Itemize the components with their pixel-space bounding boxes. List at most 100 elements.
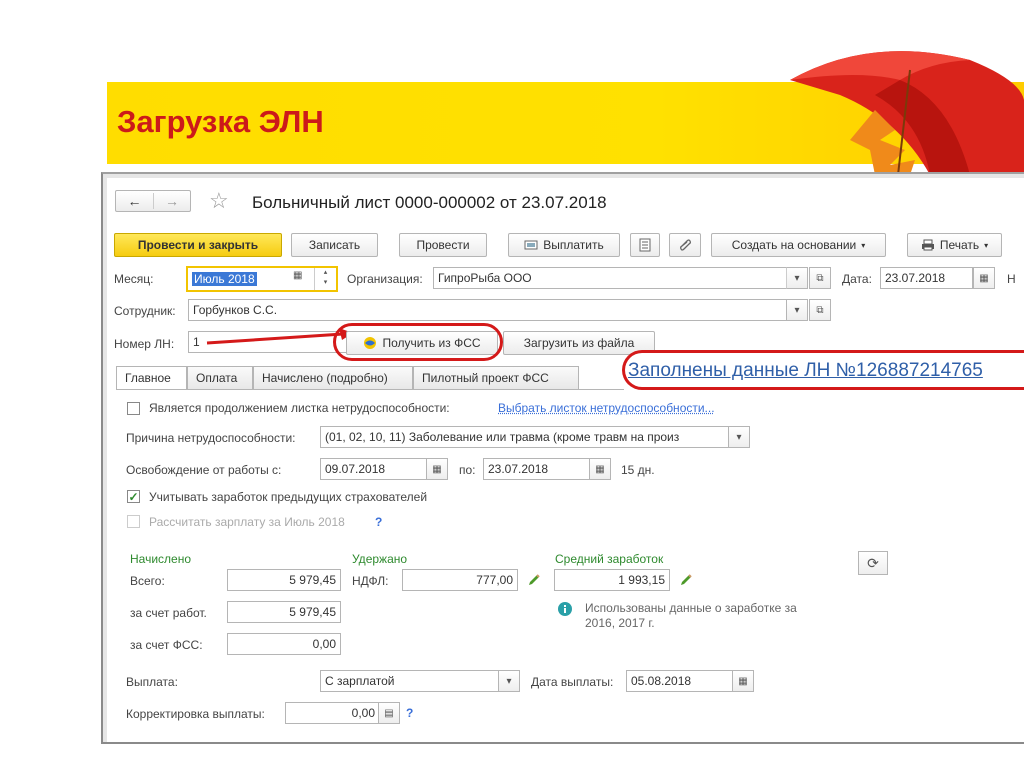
organization-field[interactable]: ГипроРыба ООО <box>433 267 806 289</box>
average-value: 1 993,15 <box>618 573 665 587</box>
print-label: Печать <box>940 238 979 252</box>
adjust-value: 0,00 <box>352 706 375 720</box>
favorite-star-icon[interactable]: ☆ <box>209 188 229 214</box>
organization-label: Организация: <box>347 272 423 286</box>
calendar-icon[interactable]: ▦ <box>589 458 611 480</box>
employee-open-icon[interactable]: ⧉ <box>809 299 831 321</box>
employer-value: 5 979,45 <box>289 605 336 619</box>
paperclip-icon <box>678 238 692 252</box>
pay-label: Выплатить <box>543 238 604 252</box>
umbrella-image <box>780 40 1024 175</box>
organization-dropdown-icon[interactable]: ▾ <box>786 267 808 289</box>
release-from-value: 09.07.2018 <box>325 462 385 476</box>
calculator-icon[interactable]: ▤ <box>378 702 400 724</box>
calendar-icon[interactable]: ▦ <box>973 267 995 289</box>
ndfl-label: НДФЛ: <box>352 574 388 588</box>
employee-field[interactable]: Горбунков С.С. <box>188 299 806 321</box>
slide-title: Загрузка ЭЛН <box>117 104 324 140</box>
average-info-text: Использованы данные о заработке за 2016,… <box>585 601 830 631</box>
month-stepper[interactable]: ▴ ▾ <box>314 268 336 290</box>
create-based-label: Создать на основании <box>732 238 857 252</box>
payment-date-value: 05.08.2018 <box>631 674 691 688</box>
tab-main[interactable]: Главное <box>116 366 187 390</box>
release-to-value: 23.07.2018 <box>488 462 548 476</box>
continuation-label: Является продолжением листка нетрудоспос… <box>149 401 450 415</box>
reason-dropdown-icon[interactable]: ▾ <box>728 426 750 448</box>
ndfl-value: 777,00 <box>476 573 513 587</box>
select-sick-leave-link[interactable]: Выбрать листок нетрудоспособности... <box>498 401 715 415</box>
calendar-icon[interactable]: ▦ <box>426 458 448 480</box>
payment-dropdown-icon[interactable]: ▾ <box>498 670 520 692</box>
calendar-icon[interactable]: ▦ <box>732 670 754 692</box>
adjust-help-icon[interactable]: ? <box>406 706 413 720</box>
calendar-icon[interactable]: ▦ <box>293 270 302 281</box>
list-icon-button[interactable] <box>630 233 660 257</box>
refresh-icon[interactable]: ⟳ <box>858 551 888 575</box>
reason-field[interactable]: (01, 02, 10, 11) Заболевание или травма … <box>320 426 750 448</box>
help-icon[interactable]: ? <box>375 515 382 529</box>
forward-arrow-icon[interactable]: → <box>154 193 190 209</box>
total-label: Всего: <box>130 574 165 588</box>
info-icon <box>557 601 573 617</box>
month-value: Июль 2018 <box>192 272 257 286</box>
organization-open-icon[interactable]: ⧉ <box>809 267 831 289</box>
attach-button[interactable] <box>669 233 701 257</box>
average-header: Средний заработок <box>555 552 663 566</box>
calc-salary-label: Рассчитать зарплату за Июль 2018 <box>149 515 345 529</box>
organization-value: ГипроРыба ООО <box>438 271 532 285</box>
accrued-header: Начислено <box>130 552 191 566</box>
employee-value: Горбунков С.С. <box>193 303 277 317</box>
calc-salary-checkbox[interactable] <box>127 515 140 528</box>
tab-payment[interactable]: Оплата <box>187 366 253 390</box>
ndfl-edit-pencil-icon[interactable] <box>527 573 541 587</box>
post-button[interactable]: Провести <box>399 233 487 257</box>
average-field[interactable]: 1 993,15 <box>554 569 670 591</box>
employer-label: за счет работ. <box>130 606 207 620</box>
payment-date-label: Дата выплаты: <box>531 675 613 689</box>
continuation-checkbox[interactable] <box>127 402 140 415</box>
pay-icon <box>524 239 538 251</box>
reason-label: Причина нетрудоспособности: <box>126 431 296 445</box>
fss-label: за счет ФСС: <box>130 638 203 652</box>
release-to-field[interactable]: 23.07.2018 <box>483 458 591 480</box>
release-label: Освобождение от работы с: <box>126 463 281 477</box>
release-from-field[interactable]: 09.07.2018 <box>320 458 428 480</box>
nav-buttons: ← → <box>115 190 191 212</box>
total-value: 5 979,45 <box>289 573 336 587</box>
list-icon <box>639 238 651 252</box>
back-arrow-icon[interactable]: ← <box>116 193 153 209</box>
ln-filled-callout: Заполнены данные ЛН №126887214765 <box>628 360 983 382</box>
employer-field[interactable]: 5 979,45 <box>227 601 341 623</box>
fss-field[interactable]: 0,00 <box>227 633 341 655</box>
employee-label: Сотрудник: <box>114 304 176 318</box>
print-button[interactable]: Печать ▾ <box>907 233 1002 257</box>
employee-dropdown-icon[interactable]: ▾ <box>786 299 808 321</box>
average-edit-pencil-icon[interactable] <box>679 573 693 587</box>
pay-button[interactable]: Выплатить <box>508 233 620 257</box>
document-title: Больничный лист 0000-000002 от 23.07.201… <box>252 193 607 213</box>
red-oval-annotation <box>333 323 503 361</box>
ln-number-value: 1 <box>193 335 200 349</box>
date-field[interactable]: 23.07.2018 <box>880 267 973 289</box>
date-value: 23.07.2018 <box>885 271 945 285</box>
payment-field[interactable]: С зарплатой <box>320 670 520 692</box>
payment-label: Выплата: <box>126 675 178 689</box>
payment-date-field[interactable]: 05.08.2018 <box>626 670 734 692</box>
post-and-close-button[interactable]: Провести и закрыть <box>114 233 282 257</box>
withheld-header: Удержано <box>352 552 407 566</box>
date-label: Дата: <box>842 272 872 286</box>
dropdown-arrow-icon: ▾ <box>984 241 988 250</box>
adjust-label: Корректировка выплаты: <box>126 707 265 721</box>
tab-fss-pilot[interactable]: Пилотный проект ФСС <box>413 366 579 390</box>
create-based-on-button[interactable]: Создать на основании ▾ <box>711 233 886 257</box>
tab-accrued-detail[interactable]: Начислено (подробно) <box>253 366 413 390</box>
ndfl-field[interactable]: 777,00 <box>402 569 518 591</box>
total-field[interactable]: 5 979,45 <box>227 569 341 591</box>
payment-value: С зарплатой <box>325 674 395 688</box>
printer-icon <box>921 239 935 251</box>
adjust-field[interactable]: 0,00 <box>285 702 380 724</box>
release-to-label: по: <box>459 463 476 477</box>
truncated-label: Н <box>1007 272 1016 286</box>
save-button[interactable]: Записать <box>291 233 378 257</box>
prev-insurers-checkbox[interactable]: ✓ <box>127 490 140 503</box>
